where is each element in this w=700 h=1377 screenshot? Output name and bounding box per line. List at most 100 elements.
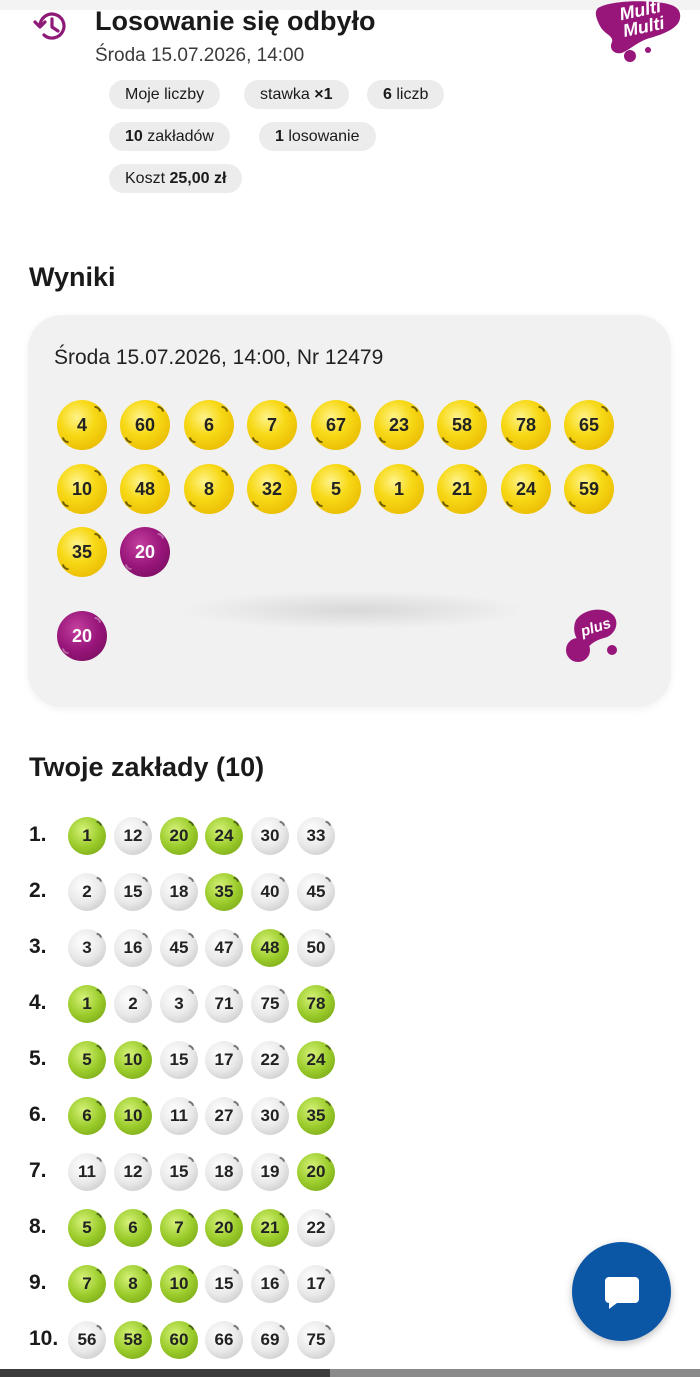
ball-number: 17 [306, 1274, 326, 1293]
ball-number: 15 [169, 1162, 189, 1181]
ball-number: 2 [82, 882, 92, 901]
drawn-ball: 23 [374, 400, 424, 450]
ball-number: 7 [266, 414, 277, 435]
draw-date: Środa 15.07.2026, 14:00 [95, 45, 305, 66]
drawn-ball: 58 [437, 400, 487, 450]
ball-number: 20 [71, 625, 93, 646]
bet-ball-hit: 10 [114, 1097, 152, 1135]
bet-ball: 33 [297, 817, 335, 855]
drawn-ball: 35 [57, 527, 107, 577]
ball-number: 45 [169, 938, 189, 957]
bet-row-number: 6. [29, 1103, 47, 1126]
bet-row-number: 3. [29, 935, 47, 958]
bet-ball: 22 [297, 1209, 335, 1247]
ball-number: 47 [214, 938, 234, 957]
ball-number: 21 [260, 1218, 280, 1237]
bet-ball: 16 [114, 929, 152, 967]
bet-ball-hit: 24 [205, 817, 243, 855]
card-shadow [180, 590, 530, 630]
bet-ball: 15 [160, 1153, 198, 1191]
plus-logo: plus [566, 609, 617, 662]
ball-number: 22 [260, 1050, 280, 1069]
bet-ball: 69 [251, 1321, 289, 1359]
ball-number: 15 [169, 1050, 189, 1069]
ball-number: 10 [123, 1050, 143, 1069]
ball-number: 35 [214, 882, 234, 901]
bet-ball-hit: 7 [160, 1209, 198, 1247]
ball-number: 8 [128, 1274, 138, 1293]
chip-label: losowanie [283, 128, 360, 145]
chip-value: 10 [125, 128, 143, 145]
ball-number: 15 [123, 882, 143, 901]
ball-number: 20 [134, 541, 156, 562]
chip-value: 1 [275, 128, 284, 145]
chip-label: zakładów [142, 128, 214, 145]
ball-number: 12 [123, 1162, 143, 1181]
ball-number: 7 [174, 1218, 184, 1237]
ball-number: 1 [82, 826, 92, 845]
chip-numbers-count: 6 liczb [367, 80, 445, 109]
drawn-ball: 60 [120, 400, 170, 450]
ball-number: 15 [214, 1274, 234, 1293]
ball-number: 67 [325, 414, 347, 435]
bet-row-number: 2. [29, 879, 47, 902]
history-icon [33, 12, 66, 40]
ball-number: 10 [169, 1274, 189, 1293]
drawn-ball: 32 [247, 464, 297, 514]
ball-number: 8 [203, 478, 214, 499]
drawn-ball: 65 [564, 400, 614, 450]
ball-number: 35 [71, 541, 93, 562]
ball-number: 71 [214, 994, 234, 1013]
ball-number: 11 [78, 1162, 96, 1181]
ball-number: 6 [128, 1218, 138, 1237]
ball-number: 18 [214, 1162, 234, 1181]
drawn-ball: 4 [57, 400, 107, 450]
ball-number: 5 [82, 1050, 92, 1069]
bet-ball: 47 [205, 929, 243, 967]
ball-number: 24 [214, 826, 234, 845]
ball-number: 5 [82, 1218, 92, 1237]
bet-ball: 17 [205, 1041, 243, 1079]
drawn-ball: 1 [374, 464, 424, 514]
bet-ball: 75 [297, 1321, 335, 1359]
ball-number: 59 [578, 478, 600, 499]
bet-ball: 15 [160, 1041, 198, 1079]
chip-value: 6 [383, 86, 392, 103]
home-indicator[interactable] [330, 1369, 700, 1377]
ball-number: 20 [214, 1218, 234, 1237]
bet-ball-hit: 60 [160, 1321, 198, 1359]
drawn-ball: 8 [184, 464, 234, 514]
ball-number: 6 [203, 414, 214, 435]
chip-bets-count: 10 zakładów [109, 122, 230, 151]
bet-ball: 22 [251, 1041, 289, 1079]
chat-button[interactable] [572, 1242, 671, 1341]
bet-ball-hit: 6 [114, 1209, 152, 1247]
chip-label: Koszt [125, 170, 170, 187]
ball-number: 78 [306, 994, 326, 1013]
bet-ball: 45 [297, 873, 335, 911]
bet-ball: 75 [251, 985, 289, 1023]
bet-ball: 12 [114, 817, 152, 855]
bet-ball-hit: 35 [205, 873, 243, 911]
drawn-ball: 5 [311, 464, 361, 514]
ball-number: 1 [82, 994, 92, 1013]
bet-ball: 19 [251, 1153, 289, 1191]
bet-ball-hit: 58 [114, 1321, 152, 1359]
bet-ball-hit: 24 [297, 1041, 335, 1079]
bet-ball-hit: 78 [297, 985, 335, 1023]
bet-ball: 2 [114, 985, 152, 1023]
ball-number: 21 [451, 478, 473, 499]
chip-label: Moje liczby [125, 86, 205, 103]
drawn-ball: 6 [184, 400, 234, 450]
ball-number: 58 [123, 1330, 143, 1349]
bet-ball-hit: 35 [297, 1097, 335, 1135]
bet-ball: 11 [160, 1097, 198, 1135]
bet-ball: 11 [68, 1153, 106, 1191]
drawn-ball: 21 [437, 464, 487, 514]
bet-ball: 2 [68, 873, 106, 911]
ball-number: 60 [169, 1330, 189, 1349]
ball-number: 60 [134, 414, 156, 435]
ball-number: 30 [260, 1106, 280, 1125]
ball-number: 78 [515, 414, 537, 435]
chip-my-numbers[interactable]: Moje liczby [109, 80, 221, 109]
